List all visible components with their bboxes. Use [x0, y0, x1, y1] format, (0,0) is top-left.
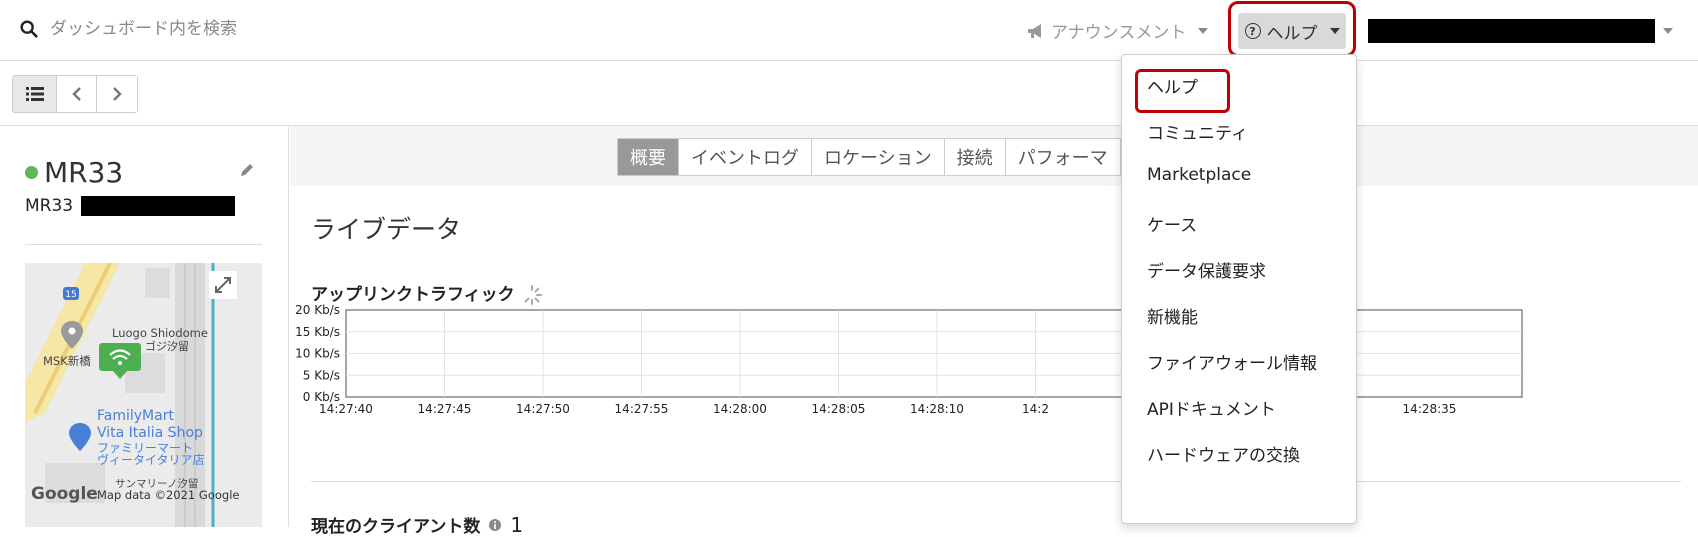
redacted-serial — [81, 196, 236, 216]
map-label: Luogo Shiodome — [112, 326, 208, 340]
tab-location[interactable]: ロケーション — [812, 139, 945, 175]
tab-performance[interactable]: パフォーマ — [1005, 139, 1121, 175]
map-label: Vita Italia Shop — [97, 425, 203, 441]
map-graphic: 15 Luogo Shiodome ゴジ汐留 MSK新橋 FamilyMart … — [25, 263, 262, 527]
chevron-down-icon — [1198, 27, 1209, 34]
route-badge: 15 — [65, 290, 76, 300]
y-tick-label: 15 Kb/s — [295, 325, 340, 339]
x-tick-label: 14:2 — [1022, 402, 1049, 416]
x-tick-label: 14:28:35 — [1403, 402, 1457, 416]
announcements-label: アナウンスメント — [1051, 23, 1187, 43]
menu-item-firewall-info[interactable]: ファイアウォール情報 — [1147, 349, 1317, 374]
list-icon — [25, 87, 44, 101]
search-input[interactable] — [50, 19, 450, 39]
help-dropdown-menu: ヘルプ コミュニティ Marketplace ケース データ保護要求 新機能 フ… — [1121, 54, 1357, 524]
menu-item-cases[interactable]: ケース — [1147, 211, 1197, 236]
google-logo: Google — [31, 484, 98, 504]
divider — [25, 244, 262, 245]
chevron-down-icon — [1329, 28, 1340, 34]
device-sidebar: MR33 MR33 15 Luogo Shiodome ゴジ汐留 MSK新橋 F… — [0, 126, 289, 527]
question-icon: ? — [1244, 23, 1261, 39]
client-count-row: 現在のクライアント数 1 — [311, 512, 523, 537]
device-model-row: MR33 — [25, 196, 236, 216]
map-label: ゴジ汐留 — [145, 339, 189, 353]
list-view-button[interactable] — [13, 76, 57, 112]
device-model: MR33 — [25, 196, 74, 216]
top-bar: アナウンスメント ? ヘルプ — [0, 0, 1698, 61]
clients-count: 1 — [510, 512, 524, 537]
x-tick-label: 14:28:00 — [713, 402, 767, 416]
announcements-menu[interactable]: アナウンスメント — [1027, 18, 1209, 43]
menu-item-new-features[interactable]: 新機能 — [1147, 303, 1198, 328]
tab-event-log[interactable]: イベントログ — [679, 139, 812, 175]
y-tick-label: 5 Kb/s — [303, 368, 340, 382]
search-box[interactable] — [18, 18, 450, 40]
x-tick-label: 14:28:10 — [910, 402, 964, 416]
divider — [311, 481, 1681, 482]
main-content: 概要 イベントログ ロケーション 接続 パフォーマ ライブデータ アップリンクト… — [290, 126, 1698, 537]
tab-connection[interactable]: 接続 — [944, 139, 1006, 175]
uplink-traffic-chart: 20 Kb/s15 Kb/s10 Kb/s5 Kb/s0 Kb/s14:27:4… — [295, 303, 1523, 416]
search-icon — [20, 20, 38, 38]
info-icon[interactable] — [488, 518, 502, 532]
next-button[interactable] — [97, 76, 137, 112]
y-tick-label: 10 Kb/s — [295, 347, 340, 361]
x-tick-label: 14:27:50 — [516, 402, 570, 416]
redacted-account-menu[interactable] — [1368, 19, 1655, 43]
y-tick-label: 20 Kb/s — [295, 303, 340, 317]
tab-overview[interactable]: 概要 — [618, 139, 679, 175]
help-button-highlight: ? ヘルプ — [1228, 1, 1356, 57]
chevron-down-icon — [1663, 28, 1673, 34]
menu-item-hardware-replacement[interactable]: ハードウェアの交換 — [1147, 441, 1300, 466]
menu-item-marketplace[interactable]: Marketplace — [1147, 165, 1251, 185]
menu-item-data-protection[interactable]: データ保護要求 — [1147, 257, 1266, 282]
menu-item-community[interactable]: コミュニティ — [1147, 119, 1248, 144]
previous-button[interactable] — [57, 76, 97, 112]
map-label: FamilyMart — [97, 408, 174, 424]
help-menu-button[interactable]: ? ヘルプ — [1238, 13, 1346, 49]
map-label: MSK新橋 — [43, 354, 91, 368]
list-nav-buttons — [12, 75, 138, 113]
location-map[interactable]: 15 Luogo Shiodome ゴジ汐留 MSK新橋 FamilyMart … — [25, 263, 262, 527]
status-dot-icon — [25, 166, 38, 179]
menu-item-help[interactable]: ヘルプ — [1147, 73, 1198, 98]
map-attribution: Map data ©2021 Google — [97, 488, 239, 502]
clients-label: 現在のクライアント数 — [311, 517, 481, 537]
x-tick-label: 14:27:45 — [418, 402, 472, 416]
chevron-left-icon — [71, 87, 81, 101]
live-data-panel: ライブデータ アップリンクトラフィック 20 Kb/s 15 Kb/s 10 Kb/… — [290, 186, 1698, 537]
chevron-right-icon — [113, 87, 122, 101]
device-name: MR33 — [44, 156, 124, 189]
x-tick-label: 14:27:40 — [319, 402, 373, 416]
menu-item-api-docs[interactable]: APIドキュメント — [1147, 395, 1276, 420]
x-tick-label: 14:28:05 — [812, 402, 866, 416]
map-label: ヴィータイタリア店 — [97, 452, 205, 467]
help-label: ヘルプ — [1266, 23, 1318, 44]
x-tick-label: 14:27:55 — [615, 402, 669, 416]
device-title: MR33 — [25, 156, 123, 189]
nav-bar — [0, 61, 1698, 126]
pencil-icon[interactable] — [239, 162, 255, 178]
section-title: ライブデータ — [311, 215, 462, 244]
megaphone-icon — [1028, 23, 1041, 38]
